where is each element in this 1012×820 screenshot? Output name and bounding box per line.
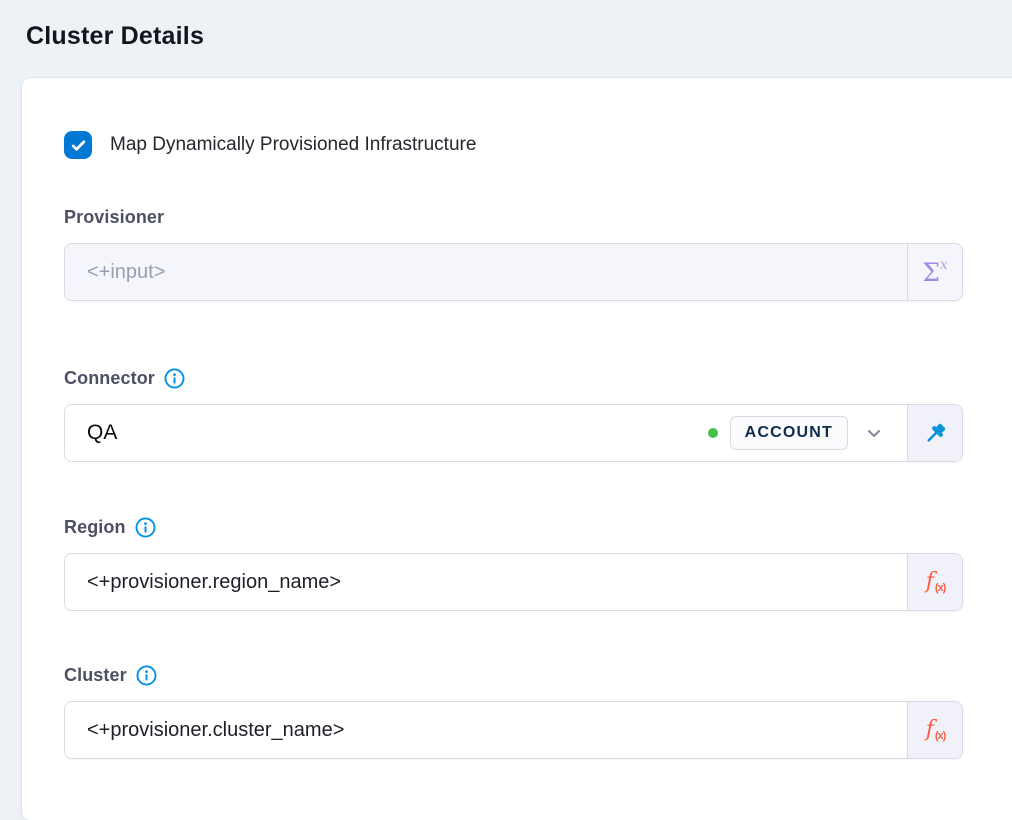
cluster-input-group: f(x)	[64, 701, 963, 759]
region-field	[65, 554, 908, 610]
cluster-field-section: Cluster f(x)	[64, 663, 963, 759]
fx-sub-glyph: (x)	[935, 582, 945, 594]
sigma-glyph: Σ	[922, 260, 940, 285]
info-icon	[135, 517, 156, 538]
info-icon	[164, 368, 185, 389]
cluster-info-button[interactable]	[136, 665, 157, 686]
provisioner-input[interactable]	[65, 244, 907, 300]
provisioner-input-group: Σx	[64, 243, 963, 301]
fx-glyph: f	[926, 719, 934, 741]
cluster-input[interactable]	[65, 702, 907, 758]
map-dynamic-infra-checkbox-row[interactable]: Map Dynamically Provisioned Infrastructu…	[64, 131, 963, 159]
region-input[interactable]	[65, 554, 907, 610]
region-field-section: Region f(x)	[64, 515, 963, 611]
fx-expression-icon[interactable]: f(x)	[908, 702, 962, 758]
connector-dropdown-button[interactable]	[861, 420, 887, 446]
card-content: Map Dynamically Provisioned Infrastructu…	[64, 131, 963, 759]
checkmark-icon	[70, 137, 87, 154]
connector-info-button[interactable]	[164, 368, 185, 389]
region-input-group: f(x)	[64, 553, 963, 611]
map-dynamic-infra-checkbox[interactable]	[64, 131, 92, 159]
connector-label: Connector	[64, 368, 155, 389]
provisioner-field	[65, 244, 908, 300]
connector-input-group: QA ACCOUNT	[64, 404, 963, 462]
pin-icon	[922, 420, 949, 447]
cluster-details-card: Map Dynamically Provisioned Infrastructu…	[22, 78, 1012, 820]
connector-field-section: Connector QA ACCOUNT	[64, 366, 963, 462]
region-label: Region	[64, 517, 126, 538]
provisioner-field-section: Provisioner Σx	[64, 205, 963, 301]
connector-status-dot	[708, 428, 718, 438]
cluster-field	[65, 702, 908, 758]
connector-value: QA	[87, 421, 117, 445]
region-info-button[interactable]	[135, 517, 156, 538]
info-icon	[136, 665, 157, 686]
connector-scope-badge: ACCOUNT	[730, 416, 848, 450]
page-title: Cluster Details	[26, 22, 204, 51]
fx-expression-icon[interactable]: f(x)	[908, 554, 962, 610]
connector-pin-button[interactable]	[908, 405, 962, 461]
fx-sub-glyph: (x)	[935, 730, 945, 742]
fx-glyph: f	[926, 571, 934, 593]
sigma-sup-glyph: x	[940, 257, 948, 273]
connector-select[interactable]: QA ACCOUNT	[65, 405, 908, 461]
provisioner-label: Provisioner	[64, 207, 164, 228]
map-dynamic-infra-label: Map Dynamically Provisioned Infrastructu…	[110, 134, 476, 156]
chevron-down-icon	[863, 422, 885, 444]
connector-select-right: ACCOUNT	[708, 416, 887, 450]
cluster-label: Cluster	[64, 665, 127, 686]
sigma-expression-icon[interactable]: Σx	[908, 244, 962, 300]
